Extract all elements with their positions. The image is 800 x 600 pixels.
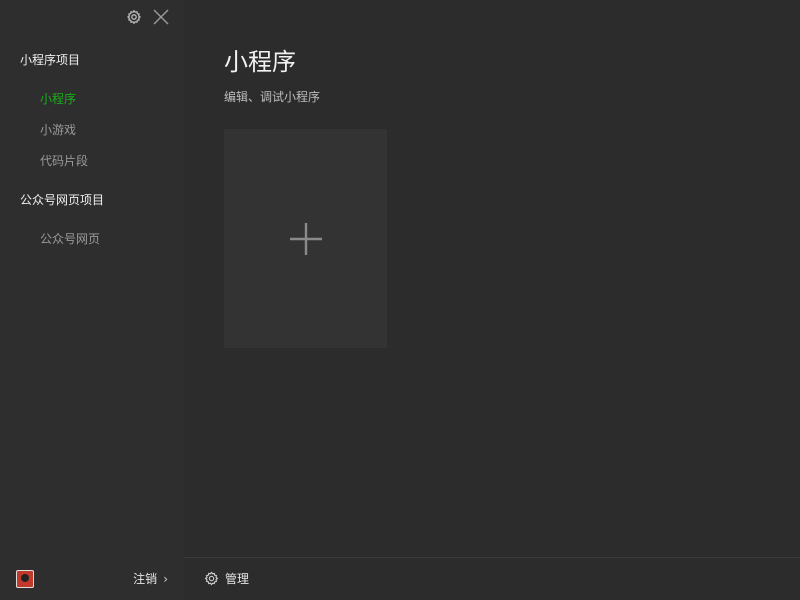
add-project-card[interactable] (224, 129, 387, 348)
sidebar-item-official-account-webpage[interactable]: 公众号网页 (40, 230, 100, 247)
sidebar-footer: 注销 › (0, 558, 184, 600)
manage-button[interactable]: 管理 (204, 570, 249, 587)
manage-label: 管理 (225, 572, 250, 586)
group-title-miniprogram-projects: 小程序项目 (20, 53, 81, 67)
sidebar-item-miniprogram[interactable]: 小程序 (40, 90, 76, 107)
chevron-right-icon: › (163, 571, 168, 586)
app-window: 小程序项目 小程序 小游戏 代码片段 公众号网页项目 公众号网页 注销 › 小程… (0, 0, 800, 600)
main-footer: 管理 (184, 557, 800, 600)
group-title-official-account-projects: 公众号网页项目 (20, 193, 105, 207)
sidebar-item-minigame[interactable]: 小游戏 (40, 121, 76, 138)
sidebar-item-code-snippets[interactable]: 代码片段 (40, 152, 88, 169)
main-panel: 小程序 编辑、调试小程序 管理 (184, 0, 800, 600)
page-title: 小程序 (224, 48, 296, 76)
gear-icon (204, 571, 219, 586)
gear-icon[interactable] (126, 9, 142, 25)
avatar[interactable] (16, 570, 34, 588)
sidebar: 小程序项目 小程序 小游戏 代码片段 公众号网页项目 公众号网页 注销 › (0, 0, 184, 600)
logout-label: 注销 (133, 572, 158, 586)
plus-icon (289, 222, 322, 255)
sidebar-toolbar (126, 8, 170, 26)
page-subtitle: 编辑、调试小程序 (224, 90, 321, 104)
logout-button[interactable]: 注销 › (133, 570, 168, 587)
close-icon[interactable] (152, 8, 170, 26)
